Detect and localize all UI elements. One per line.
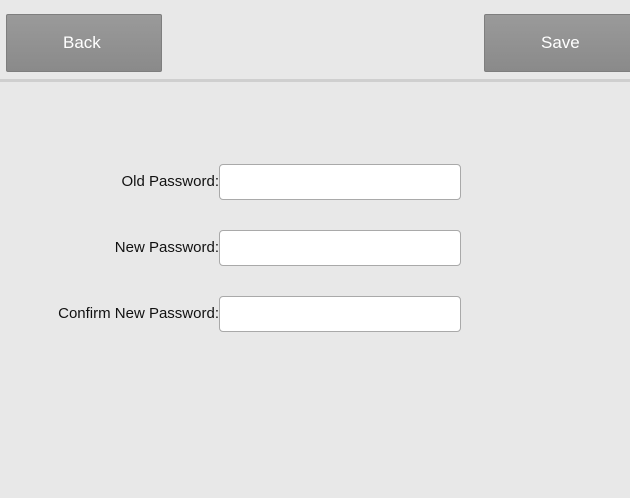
new-password-field[interactable]: [219, 230, 461, 266]
right-gutter: [630, 0, 638, 498]
new-password-row: New Password:: [0, 230, 630, 266]
old-password-label: Old Password:: [121, 173, 219, 190]
change-password-screen: Back Save Old Password: New Password: Co…: [0, 0, 638, 498]
confirm-password-field[interactable]: [219, 296, 461, 332]
confirm-password-row: Confirm New Password:: [0, 296, 630, 332]
back-button[interactable]: Back: [6, 14, 162, 72]
top-toolbar: Back Save: [0, 0, 638, 80]
old-password-field[interactable]: [219, 164, 461, 200]
new-password-label: New Password:: [114, 239, 219, 256]
confirm-password-label: Confirm New Password:: [58, 305, 219, 322]
toolbar-divider: [0, 79, 630, 82]
old-password-row: Old Password:: [0, 164, 630, 200]
save-button[interactable]: Save: [484, 14, 638, 72]
